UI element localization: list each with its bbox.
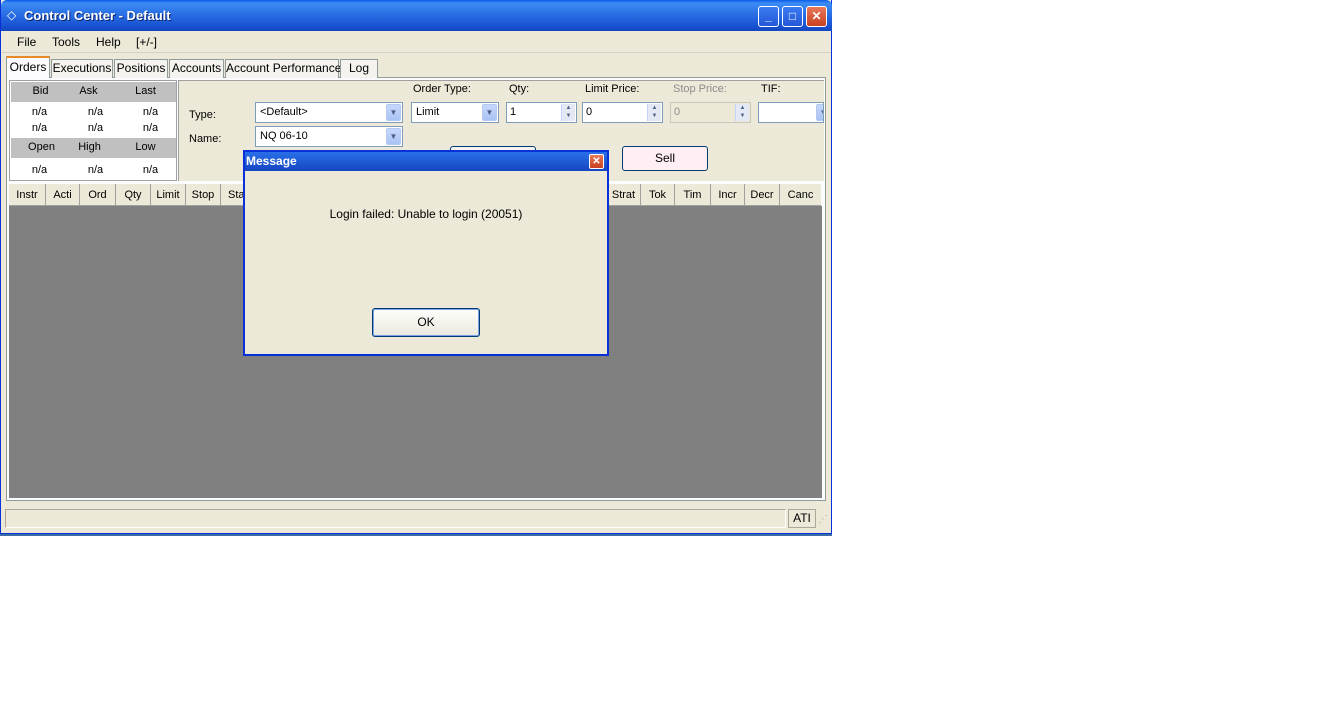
low-value: n/a <box>142 164 159 176</box>
tab-executions[interactable]: Executions <box>51 59 113 78</box>
maximize-button[interactable]: □ <box>782 6 803 27</box>
limit-price-label: Limit Price: <box>585 83 640 95</box>
close-button[interactable]: ✕ <box>806 6 827 27</box>
ok-button[interactable]: OK <box>372 308 480 337</box>
stop-price-label: Stop Price: <box>673 83 727 95</box>
tif-label: TIF: <box>761 83 781 95</box>
col-token[interactable]: Tok <box>641 184 675 206</box>
col-decrease[interactable]: Decr <box>745 184 780 206</box>
chevron-down-icon: ▼ <box>386 128 401 145</box>
qty-label: Qty: <box>509 83 530 95</box>
spin-arrows-icon: ▲ ▼ <box>735 104 749 121</box>
spin-arrows-icon[interactable]: ▲ ▼ <box>647 104 661 121</box>
open-header: Open <box>28 141 55 153</box>
col-limit[interactable]: Limit <box>151 184 186 206</box>
tab-account-performance[interactable]: Account Performance <box>225 59 341 78</box>
order-type-select[interactable]: Limit ▼ <box>411 102 499 123</box>
bid-header: Bid <box>32 85 49 97</box>
col-instrument[interactable]: Instr <box>9 184 46 206</box>
menu-toggle[interactable]: [+/-] <box>136 35 157 49</box>
qty-value: 1 <box>510 106 517 118</box>
tif-select[interactable]: ▼ <box>758 102 824 123</box>
tab-log[interactable]: Log <box>340 59 378 78</box>
col-stop[interactable]: Stop <box>186 184 221 206</box>
col-order[interactable]: Ord <box>80 184 116 206</box>
status-connection-label: ATI <box>788 509 816 528</box>
dialog-message: Login failed: Unable to login (20051) <box>329 207 523 221</box>
col-strategy[interactable]: Strat <box>606 184 641 206</box>
name-select[interactable]: NQ 06-10 ▼ <box>255 126 403 147</box>
high-value: n/a <box>87 164 104 176</box>
qty-stepper[interactable]: 1 ▲ ▼ <box>506 102 577 123</box>
type-value: <Default> <box>260 106 308 118</box>
last-header: Last <box>135 85 156 97</box>
name-value: NQ 06-10 <box>260 130 308 142</box>
stop-price-value: 0 <box>674 106 681 118</box>
desktop-background-strip <box>0 534 832 536</box>
dialog-title-bar[interactable]: Message ✕ <box>245 152 607 171</box>
spin-arrows-icon[interactable]: ▲ ▼ <box>561 104 575 121</box>
tab-strip: Orders Executions Positions Accounts Acc… <box>6 56 826 78</box>
chevron-down-icon: ▼ <box>816 104 823 121</box>
tab-accounts[interactable]: Accounts <box>169 59 224 78</box>
chevron-down-icon: ▼ <box>386 104 401 121</box>
ask-size: n/a <box>87 122 104 134</box>
col-qty[interactable]: Qty <box>116 184 151 206</box>
dialog-title: Message <box>246 154 297 168</box>
col-cancel[interactable]: Canc <box>780 184 821 206</box>
dialog-close-button[interactable]: ✕ <box>589 154 604 169</box>
stop-price-stepper: 0 ▲ ▼ <box>670 102 751 123</box>
order-type-label: Order Type: <box>413 83 471 95</box>
title-bar[interactable]: ◇ Control Center - Default _ □ ✕ <box>1 0 832 31</box>
col-action[interactable]: Acti <box>46 184 80 206</box>
limit-price-value: 0 <box>586 106 593 118</box>
ask-header: Ask <box>79 85 98 97</box>
menu-tools[interactable]: Tools <box>52 35 80 49</box>
open-value: n/a <box>31 164 48 176</box>
chevron-down-icon: ▼ <box>482 104 497 121</box>
app-diamond-icon: ◇ <box>7 8 17 22</box>
status-message-pane <box>5 509 786 528</box>
low-header: Low <box>135 141 156 153</box>
sell-button[interactable]: Sell <box>622 146 708 171</box>
name-label: Name: <box>189 133 222 145</box>
bid-size: n/a <box>31 122 48 134</box>
last-size: n/a <box>142 122 159 134</box>
ask-value: n/a <box>87 106 104 118</box>
col-time[interactable]: Tim <box>675 184 711 206</box>
status-bar: ATI ⋰ <box>5 509 828 528</box>
order-type-value: Limit <box>416 106 440 118</box>
tab-orders[interactable]: Orders <box>6 56 50 78</box>
menu-file[interactable]: File <box>17 35 36 49</box>
message-dialog: Message ✕ Login failed: Unable to login … <box>243 150 609 356</box>
quote-board: Bid Ask Last n/a n/a n/a n/a n/a n/a Ope… <box>9 80 177 181</box>
menu-bar: File Tools Help [+/-] <box>2 31 831 53</box>
high-header: High <box>78 141 101 153</box>
tab-positions[interactable]: Positions <box>114 59 168 78</box>
window-title: Control Center - Default <box>24 8 171 23</box>
type-select[interactable]: <Default> ▼ <box>255 102 403 123</box>
last-value: n/a <box>142 106 159 118</box>
minimize-button[interactable]: _ <box>758 6 779 27</box>
col-increase[interactable]: Incr <box>711 184 745 206</box>
bid-value: n/a <box>31 106 48 118</box>
type-label: Type: <box>189 109 216 121</box>
limit-price-stepper[interactable]: 0 ▲ ▼ <box>582 102 663 123</box>
resize-grip-icon[interactable]: ⋰ <box>818 514 828 525</box>
menu-help[interactable]: Help <box>96 35 121 49</box>
